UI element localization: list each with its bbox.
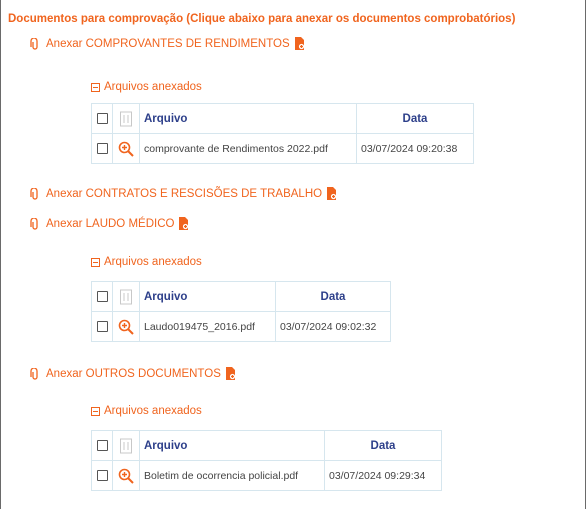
row-checkbox[interactable]: [96, 470, 108, 482]
attach-link-outros-documentos[interactable]: Anexar OUTROS DOCUMENTOS: [30, 367, 236, 380]
table-header-row: Arquivo Data: [91, 281, 391, 312]
select-all-checkbox[interactable]: [96, 439, 108, 451]
file-name[interactable]: Boletim de ocorrencia policial.pdf: [139, 460, 325, 491]
row-checkbox[interactable]: [96, 143, 108, 155]
row-checkbox[interactable]: [96, 321, 108, 333]
attached-files-table: Arquivo Data comprovante de Rendimentos …: [91, 103, 474, 164]
add-document-icon: [225, 367, 236, 380]
file-date: 03/07/2024 09:02:32: [275, 311, 391, 342]
file-name[interactable]: Laudo019475_2016.pdf: [139, 311, 276, 342]
attached-files-toggle[interactable]: Arquivos anexados: [91, 405, 202, 417]
column-header-date: Data: [275, 281, 391, 312]
attached-files-label: Arquivos anexados: [104, 256, 202, 268]
attached-files-toggle[interactable]: Arquivos anexados: [91, 256, 202, 268]
file-name[interactable]: comprovante de Rendimentos 2022.pdf: [139, 133, 357, 164]
collapse-icon: [91, 257, 100, 267]
file-date: 03/07/2024 09:20:38: [356, 133, 474, 164]
zoom-icon[interactable]: [118, 468, 134, 484]
column-header-file: Arquivo: [139, 430, 325, 461]
add-document-icon: [178, 217, 189, 230]
paperclip-icon: [30, 217, 40, 230]
attached-files-table: Arquivo Data Laudo019475_2016.pdf 03/07/…: [91, 281, 391, 342]
trash-icon[interactable]: [120, 289, 132, 305]
attach-link-label: Anexar LAUDO MÉDICO: [46, 217, 175, 230]
page-title: Documentos para comprovação (Clique abai…: [8, 13, 516, 25]
table-row: Laudo019475_2016.pdf 03/07/2024 09:02:32: [91, 311, 391, 342]
collapse-icon: [91, 406, 100, 416]
column-header-date: Data: [356, 103, 474, 134]
attach-link-label: Anexar OUTROS DOCUMENTOS: [46, 367, 221, 380]
add-document-icon: [294, 37, 305, 50]
collapse-icon: [91, 82, 100, 92]
attach-link-comprovantes-rendimentos[interactable]: Anexar COMPROVANTES DE RENDIMENTOS: [30, 37, 305, 50]
select-all-checkbox[interactable]: [96, 290, 108, 302]
attach-link-label: Anexar COMPROVANTES DE RENDIMENTOS: [46, 37, 290, 50]
attached-files-table: Arquivo Data Boletim de ocorrencia polic…: [91, 430, 442, 491]
attach-link-label: Anexar CONTRATOS E RESCISÕES DE TRABALHO: [46, 187, 323, 200]
zoom-icon[interactable]: [118, 141, 134, 157]
table-header-row: Arquivo Data: [91, 430, 442, 461]
column-header-date: Data: [324, 430, 442, 461]
attached-files-label: Arquivos anexados: [104, 405, 202, 417]
trash-icon[interactable]: [120, 438, 132, 454]
paperclip-icon: [30, 187, 40, 200]
trash-icon[interactable]: [120, 111, 132, 127]
table-header-row: Arquivo Data: [91, 103, 474, 134]
file-date: 03/07/2024 09:29:34: [324, 460, 442, 491]
table-row: comprovante de Rendimentos 2022.pdf 03/0…: [91, 133, 474, 164]
paperclip-icon: [30, 37, 40, 50]
table-row: Boletim de ocorrencia policial.pdf 03/07…: [91, 460, 442, 491]
attached-files-toggle[interactable]: Arquivos anexados: [91, 81, 202, 93]
select-all-checkbox[interactable]: [96, 112, 108, 124]
attached-files-label: Arquivos anexados: [104, 81, 202, 93]
zoom-icon[interactable]: [118, 319, 134, 335]
column-header-file: Arquivo: [139, 281, 276, 312]
attach-link-laudo-medico[interactable]: Anexar LAUDO MÉDICO: [30, 217, 189, 230]
column-header-file: Arquivo: [139, 103, 357, 134]
paperclip-icon: [30, 367, 40, 380]
add-document-icon: [326, 187, 337, 200]
attach-link-contratos-rescisoes[interactable]: Anexar CONTRATOS E RESCISÕES DE TRABALHO: [30, 187, 337, 200]
